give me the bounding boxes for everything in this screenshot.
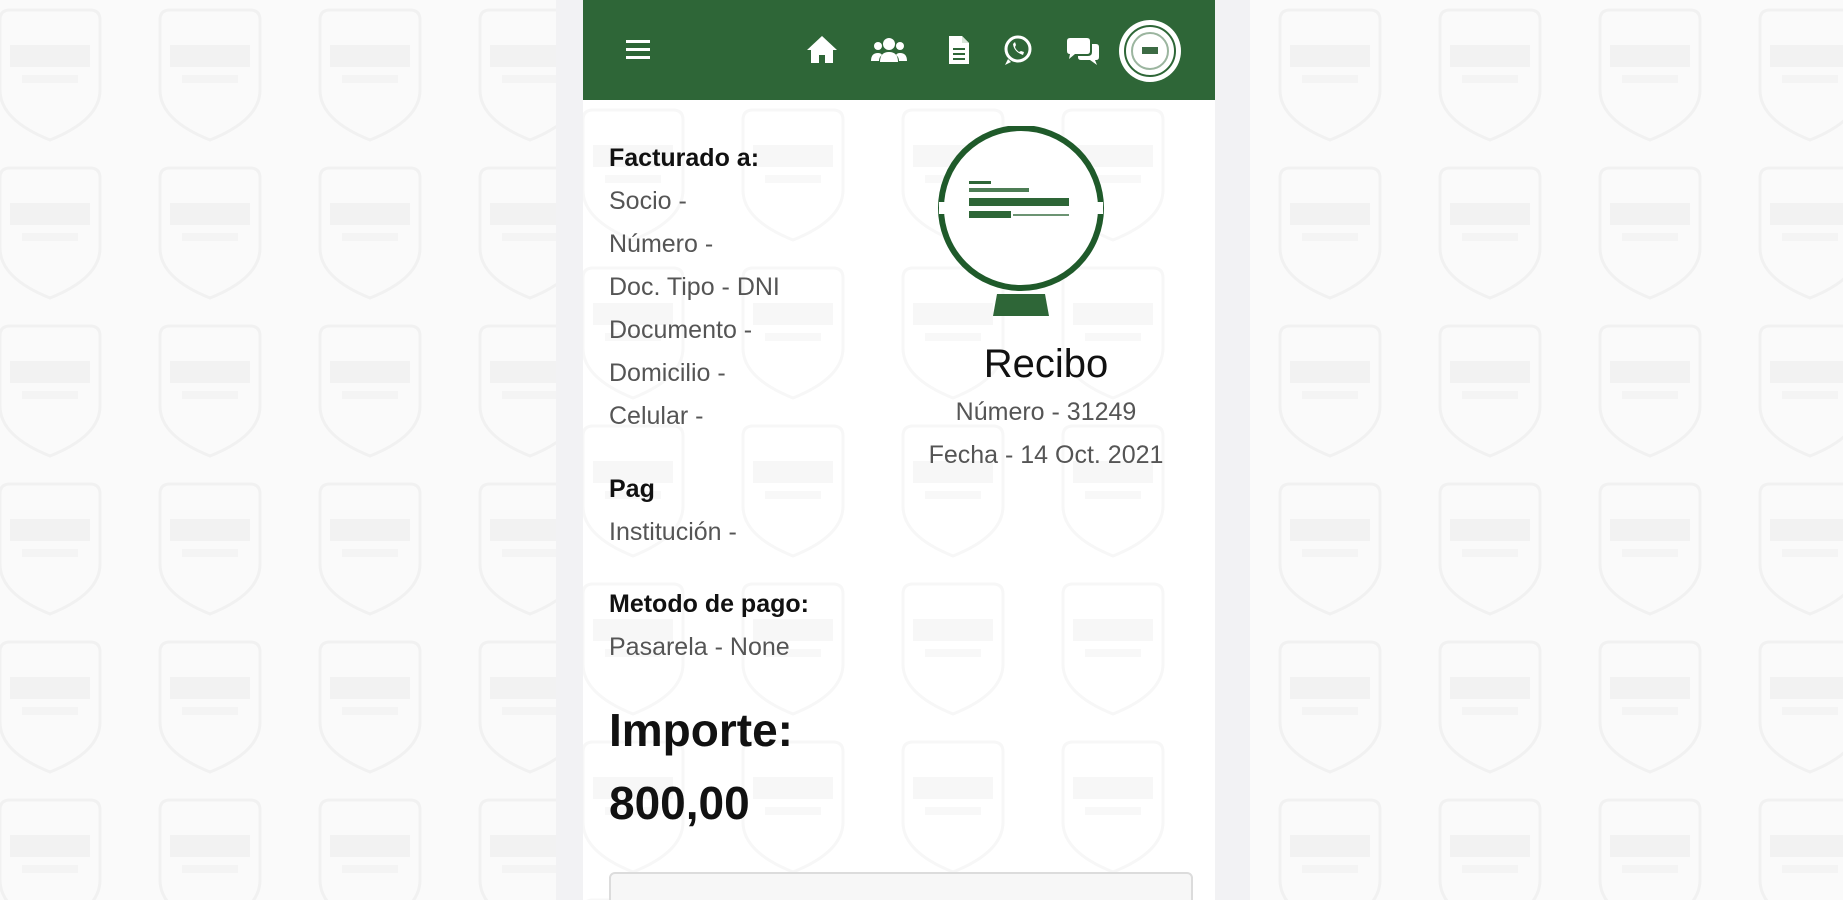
- amount-value: 800,00: [609, 777, 750, 829]
- top-navbar: [583, 0, 1215, 100]
- receipt-number: Número - 31249: [955, 398, 1137, 426]
- amount-label: Importe:: [609, 704, 793, 756]
- billing-documento: Documento -: [609, 316, 753, 344]
- bottom-panel: [609, 872, 1193, 900]
- billing-domicilio: Domicilio -: [609, 359, 726, 387]
- billing-socio: Socio -: [609, 187, 687, 215]
- receipt-date: Fecha - 14 Oct. 2021: [928, 441, 1164, 469]
- users-icon[interactable]: [869, 30, 907, 70]
- hamburger-icon[interactable]: [619, 30, 657, 70]
- payment-institution: Institución -: [609, 518, 737, 546]
- payment-method-value: Pasarela - None: [609, 633, 790, 661]
- document-icon[interactable]: [939, 30, 977, 70]
- chat-icon[interactable]: [1063, 30, 1101, 70]
- billing-numero: Número -: [609, 230, 714, 258]
- payment-method-heading: Metodo de pago:: [609, 590, 809, 618]
- profile-avatar[interactable]: [1119, 20, 1181, 82]
- billing-celular: Celular -: [609, 402, 704, 430]
- billing-doc-tipo: Doc. Tipo - DNI: [609, 273, 780, 301]
- club-logo: [931, 125, 1111, 326]
- home-icon[interactable]: [803, 30, 841, 70]
- payment-heading: Pag: [609, 475, 655, 503]
- mobile-viewport: Facturado a: Socio - Número - Doc. Tipo …: [583, 0, 1215, 900]
- whatsapp-icon[interactable]: [999, 30, 1037, 70]
- billing-heading: Facturado a:: [609, 144, 760, 172]
- receipt-title: Recibo: [983, 342, 1109, 386]
